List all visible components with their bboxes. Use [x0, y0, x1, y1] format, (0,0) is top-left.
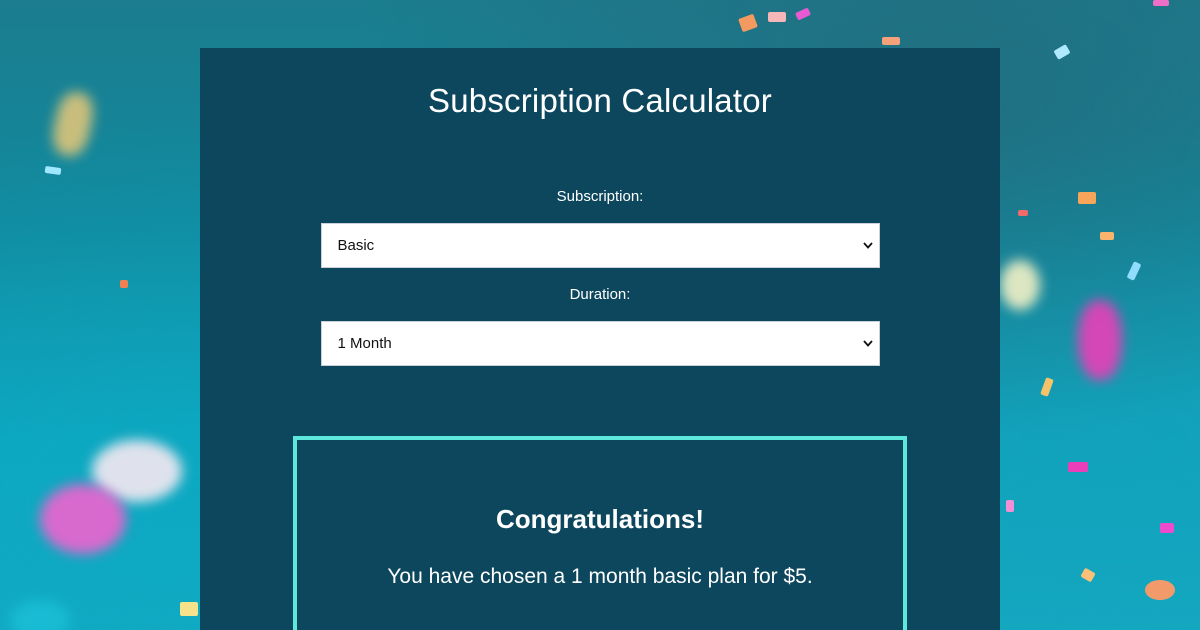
confetti-piece: [1078, 192, 1096, 204]
calculator-panel: Subscription Calculator Subscription: Ba…: [200, 48, 1000, 630]
confetti-piece: [1153, 0, 1169, 6]
confetti-piece: [1053, 44, 1071, 60]
confetti-blob: [10, 600, 70, 630]
confetti-piece: [1068, 462, 1088, 472]
confetti-piece: [738, 13, 758, 33]
chevron-down-icon: [861, 224, 875, 267]
confetti-piece: [1018, 210, 1028, 216]
confetti-piece: [44, 165, 62, 176]
confetti-piece: [882, 37, 900, 45]
duration-label: Duration:: [569, 286, 631, 303]
confetti-blob: [48, 88, 98, 160]
duration-selected-value: 1 Month: [337, 335, 392, 352]
confetti-blob: [1000, 260, 1040, 310]
subscription-selected-value: Basic: [337, 237, 375, 254]
result-message: You have chosen a 1 month basic plan for…: [387, 565, 813, 588]
confetti-piece: [1145, 580, 1175, 600]
result-box: Congratulations! You have chosen a 1 mon…: [293, 436, 907, 630]
confetti-piece: [794, 7, 812, 21]
result-heading: Congratulations!: [496, 504, 704, 534]
confetti-piece: [768, 12, 786, 22]
confetti-piece: [1160, 523, 1174, 533]
chevron-down-icon: [861, 322, 875, 365]
confetti-blob: [40, 484, 126, 554]
confetti-piece: [1080, 567, 1096, 583]
confetti-piece: [1100, 232, 1114, 240]
duration-select[interactable]: 1 Month: [320, 321, 880, 366]
confetti-piece: [1006, 500, 1014, 512]
confetti-piece: [1040, 377, 1054, 397]
confetti-blob: [1078, 300, 1122, 380]
subscription-label: Subscription:: [556, 188, 644, 205]
page-title: Subscription Calculator: [428, 82, 772, 119]
subscription-select[interactable]: Basic: [320, 223, 880, 268]
confetti-piece: [120, 280, 128, 288]
confetti-piece: [1126, 261, 1142, 281]
confetti-piece: [180, 602, 198, 616]
